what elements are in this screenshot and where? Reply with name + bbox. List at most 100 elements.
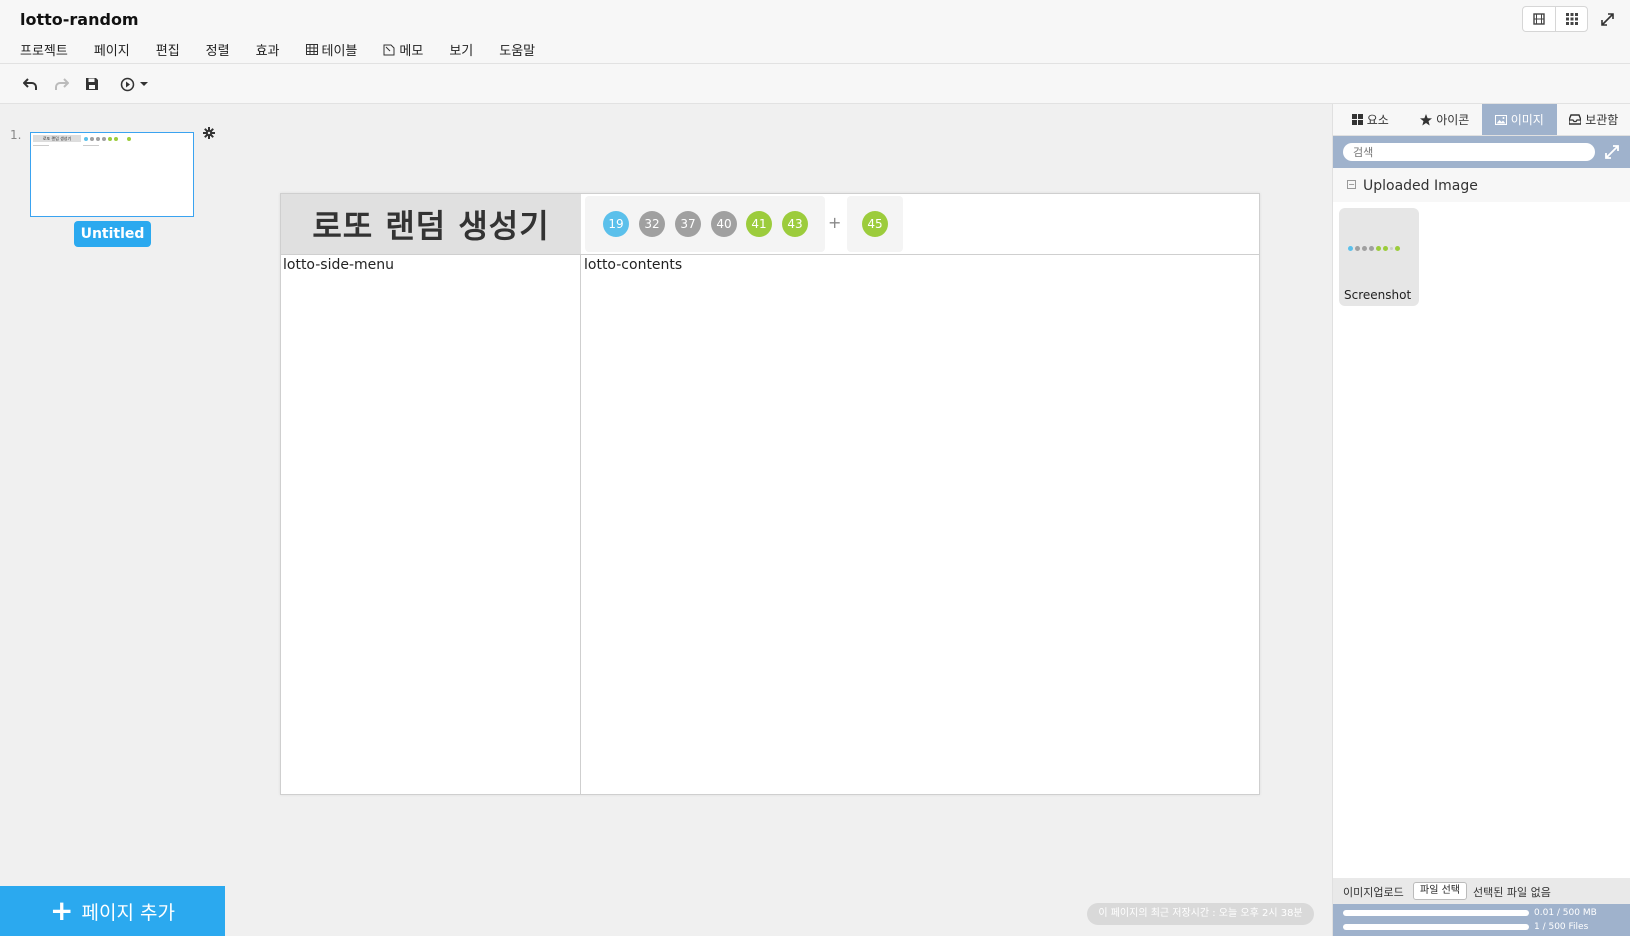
image-icon: [1494, 114, 1507, 125]
thumbnail-dot: [114, 137, 118, 141]
menu-align[interactable]: 정렬: [206, 40, 230, 59]
undo-icon: [22, 78, 37, 90]
redo-icon: [54, 78, 69, 90]
image-caption: Screenshot: [1344, 288, 1412, 302]
view-toggle: [1522, 6, 1588, 32]
film-view-button[interactable]: [1523, 7, 1555, 31]
no-file-text: 선택된 파일 없음: [1473, 886, 1551, 899]
storage-quota: 0.01 / 500 MB 1 / 500 Files: [1333, 904, 1630, 936]
files-text: 1 / 500 Files: [1534, 922, 1589, 932]
thumbnail-line: [83, 145, 99, 146]
page-settings-button[interactable]: [203, 124, 215, 139]
preview-dot: [1383, 246, 1388, 251]
lotto-ball[interactable]: 32: [639, 211, 665, 237]
side-menu-label: lotto-side-menu: [283, 257, 395, 273]
tab-icons[interactable]: 아이콘: [1408, 104, 1483, 135]
expand-icon: [1605, 145, 1619, 159]
expand-icon: [1600, 12, 1614, 26]
fullscreen-button[interactable]: [1598, 10, 1616, 28]
top-bar: lotto-random 프로젝트 페이지 편집 정렬 효과 테이블 메모 보기…: [0, 0, 1630, 64]
thumbnail-dot: [96, 137, 100, 141]
table-icon: [305, 44, 318, 55]
right-panel: 요소 아이콘 이미지 보관함 − Uploaded Image: [1332, 104, 1630, 936]
lotto-ball[interactable]: 19: [603, 211, 629, 237]
preview-dropdown[interactable]: [116, 74, 152, 94]
page-number: 1.: [10, 128, 22, 142]
save-icon: [86, 78, 98, 90]
preview-dot: [1376, 246, 1381, 251]
thumbnail-line: [33, 145, 49, 146]
storage-bar: [1343, 910, 1529, 916]
menu-project[interactable]: 프로젝트: [20, 40, 68, 59]
grid-view-button[interactable]: [1555, 7, 1587, 31]
thumbnail-dot: [108, 137, 112, 141]
toolbar: [0, 64, 1630, 104]
thumbnail-dot: [102, 137, 106, 141]
menu-page[interactable]: 페이지: [94, 40, 130, 59]
star-icon: [1420, 113, 1433, 125]
lotto-ball[interactable]: 37: [675, 211, 701, 237]
lotto-contents[interactable]: lotto-contents: [582, 255, 1259, 794]
menu-memo[interactable]: 메모: [383, 40, 423, 59]
thumbnail-dot: [127, 137, 131, 141]
undo-button[interactable]: [20, 74, 40, 94]
caret-down-icon: [140, 82, 148, 86]
uploaded-image-title: Uploaded Image: [1363, 178, 1478, 194]
design-canvas[interactable]: 로또 랜덤 생성기 19 32 37 40 41 43 + 45 lotto-s…: [280, 193, 1260, 795]
collapse-icon: −: [1347, 180, 1356, 189]
search-expand-button[interactable]: [1605, 144, 1621, 160]
preview-dot: [1355, 246, 1360, 251]
lotto-ball[interactable]: 43: [782, 211, 808, 237]
search-input[interactable]: [1343, 143, 1595, 161]
film-icon: [1533, 13, 1545, 25]
lotto-side-menu[interactable]: lotto-side-menu: [281, 255, 581, 794]
gear-icon: [203, 127, 215, 139]
menu-help[interactable]: 도움말: [499, 40, 535, 59]
inbox-icon: [1569, 114, 1582, 125]
preview-dot: [1395, 246, 1400, 251]
grid-icon: [1565, 13, 1578, 25]
plus-icon: +: [50, 894, 74, 927]
view-controls: [1522, 6, 1616, 32]
preview-dot: [1390, 247, 1393, 250]
tab-storage[interactable]: 보관함: [1557, 104, 1630, 135]
menu-bar: 프로젝트 페이지 편집 정렬 효과 테이블 메모 보기 도움말: [20, 40, 561, 59]
grid-icon: [1351, 114, 1363, 125]
page-thumbnail[interactable]: 로또 랜덤 생성기: [30, 132, 194, 217]
redo-button[interactable]: [51, 74, 71, 94]
uploaded-image-item[interactable]: Screenshot: [1339, 208, 1419, 306]
preview-dot: [1362, 246, 1367, 251]
plus-sign: +: [828, 213, 842, 232]
upload-label: 이미지업로드: [1343, 886, 1404, 899]
app-title: lotto-random: [20, 10, 139, 29]
menu-table[interactable]: 테이블: [305, 40, 357, 59]
uploaded-image-header[interactable]: − Uploaded Image: [1333, 168, 1630, 202]
canvas-title[interactable]: 로또 랜덤 생성기: [281, 194, 581, 254]
files-bar: [1343, 924, 1529, 930]
search-bar: [1333, 136, 1630, 168]
add-page-button[interactable]: + 페이지 추가: [0, 886, 225, 936]
preview-dot: [1369, 246, 1374, 251]
memo-icon: [383, 44, 395, 55]
thumbnail-dot: [90, 137, 94, 141]
save-status: 이 페이지의 최근 저장시간 : 오늘 오후 2시 38분: [1087, 903, 1314, 925]
bonus-ball[interactable]: 45: [862, 211, 888, 237]
file-select-button[interactable]: 파일 선택: [1413, 882, 1467, 900]
contents-label: lotto-contents: [584, 257, 683, 273]
menu-effect[interactable]: 효과: [256, 40, 280, 59]
storage-text: 0.01 / 500 MB: [1534, 908, 1597, 918]
lotto-ball[interactable]: 41: [746, 211, 772, 237]
preview-dot: [1348, 246, 1353, 251]
page-name-badge[interactable]: Untitled: [74, 221, 151, 247]
menu-edit[interactable]: 편집: [156, 40, 180, 59]
panel-tabs: 요소 아이콘 이미지 보관함: [1333, 104, 1630, 136]
save-button[interactable]: [82, 74, 102, 94]
menu-view[interactable]: 보기: [449, 40, 473, 59]
tab-images[interactable]: 이미지: [1482, 104, 1557, 135]
lotto-ball[interactable]: 40: [711, 211, 737, 237]
thumbnail-title: 로또 랜덤 생성기: [33, 135, 81, 142]
image-preview: [1348, 246, 1400, 251]
add-page-label: 페이지 추가: [81, 901, 175, 924]
thumbnail-dot: [84, 137, 88, 141]
tab-elements[interactable]: 요소: [1333, 104, 1408, 135]
